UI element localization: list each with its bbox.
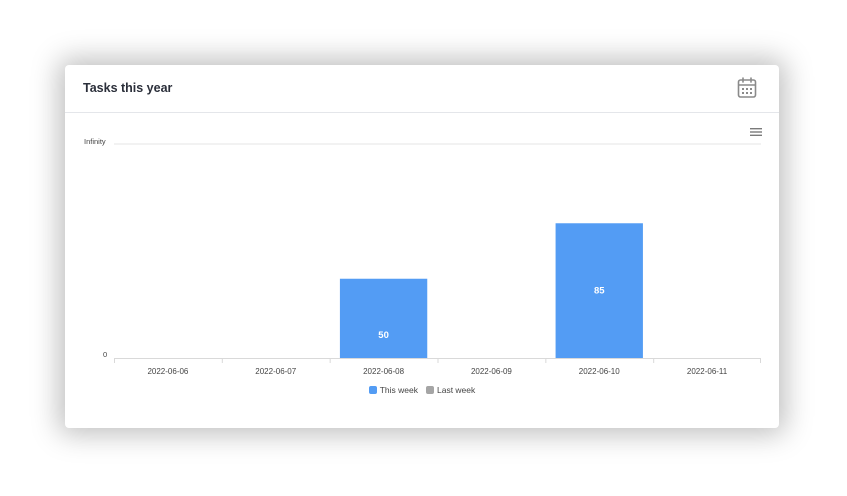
legend-label: This week <box>379 385 418 395</box>
legend-label: Last week <box>436 385 476 395</box>
legend-swatch <box>425 386 434 394</box>
y-tick-label: 0 <box>103 350 107 359</box>
x-tick-label: 2022-06-09 <box>471 367 512 376</box>
x-tick-label: 2022-06-07 <box>255 367 296 376</box>
chart-card: Tasks this year Infinity 0 2022-06-06 2022-… <box>65 65 779 428</box>
data-label: 85 <box>594 286 605 297</box>
x-tick-label: 2022-06-11 <box>687 367 728 376</box>
legend-item[interactable]: This week <box>368 383 418 397</box>
y-tick-label: Infinity <box>84 137 106 146</box>
bar-chart: Infinity 0 2022-06-06 2022-06-07 2022-06-08 2… <box>84 137 761 376</box>
x-tick-label: 2022-06-10 <box>579 367 620 376</box>
chart-legend: This week Last week <box>65 383 779 397</box>
legend-item[interactable]: Last week <box>425 383 476 397</box>
legend-swatch <box>368 386 377 394</box>
x-tick-label: 2022-06-08 <box>363 367 404 376</box>
data-label: 50 <box>378 330 389 341</box>
bar <box>339 278 428 358</box>
x-tick-label: 2022-06-06 <box>147 367 188 376</box>
